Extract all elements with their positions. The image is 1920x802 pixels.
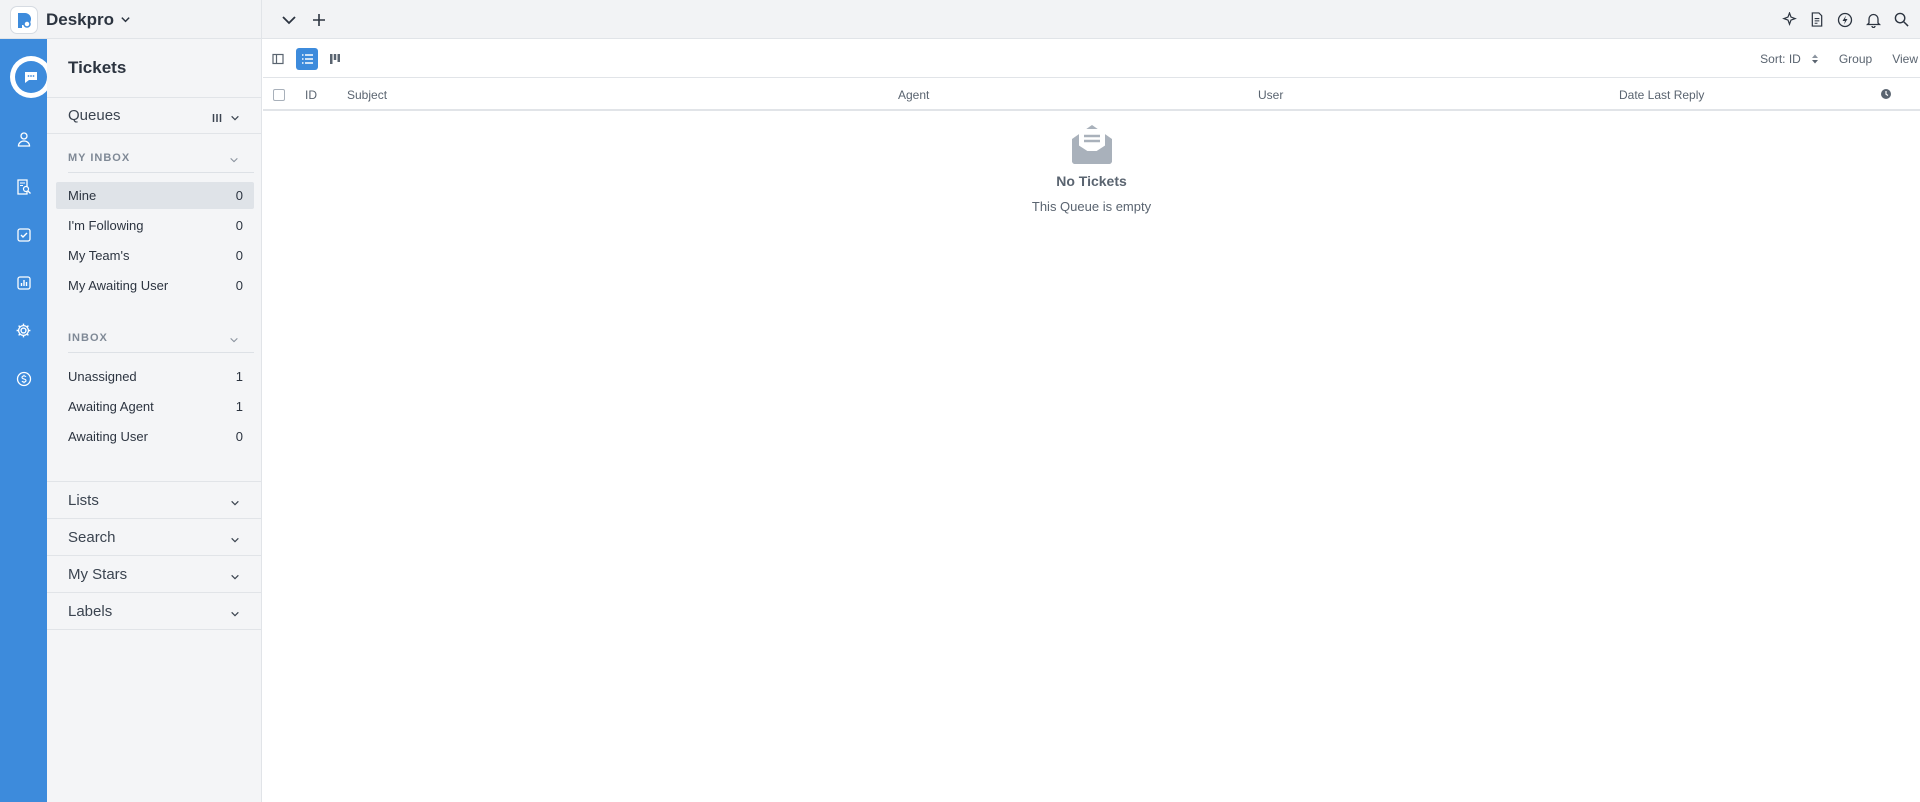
nav-rail-item-settings[interactable] [0,313,47,353]
table-header: ID Subject Agent User Date Last Reply [263,78,1920,111]
chevron-down-icon [230,569,240,586]
chevron-down-icon [230,110,240,127]
section-label: Search [68,528,116,546]
tickets-sidebar: Tickets Queues MY INBOX Mine 0 I'm Follo… [47,39,262,802]
queue-item-count: 0 [235,188,243,203]
queue-item-count: 0 [235,429,243,444]
queue-item-label: Unassigned [68,369,137,384]
brand-name: Deskpro [46,9,115,29]
my-stars-section-header[interactable]: My Stars [47,556,262,592]
queue-item-unassigned[interactable]: Unassigned 1 [56,363,254,390]
chevron-down-icon[interactable] [229,152,239,170]
nav-rail-item-billing[interactable] [0,361,47,401]
empty-state: No Tickets This Queue is empty [263,119,1920,214]
nav-rail-item-tickets[interactable] [10,56,52,98]
queue-item-label: Awaiting Agent [68,399,154,414]
top-bar: Deskpro [0,0,1920,39]
divider [68,352,254,353]
ticket-list-pane: Sort: ID Group View ID Subject Agent Use… [263,39,1920,802]
column-header-date-last-reply[interactable]: Date Last Reply [1619,88,1704,102]
lightning-icon[interactable] [1836,11,1854,29]
board-view-icon[interactable] [324,48,346,70]
sort-direction-icon[interactable] [1811,54,1819,64]
billing-icon [16,371,32,392]
queue-item-label: My Awaiting User [68,278,169,293]
column-settings-icon[interactable] [212,110,222,127]
queue-item-label: Mine [68,188,97,203]
queue-item-label: Awaiting User [68,429,148,444]
reports-icon [16,275,32,296]
queue-item-count: 1 [235,399,243,414]
queue-item-count: 1 [235,369,243,384]
chevron-down-icon [120,14,131,25]
inbox-group-label: INBOX [68,332,108,344]
sidebar-toggle-icon[interactable] [267,48,289,70]
column-header-id[interactable]: ID [305,88,317,102]
chevron-down-icon[interactable] [229,332,239,350]
queue-item-following[interactable]: I'm Following 0 [56,212,254,239]
list-toolbar: Sort: ID Group View [263,39,1920,78]
section-label: My Stars [68,565,128,583]
column-header-agent[interactable]: Agent [898,88,929,102]
brand-switcher[interactable]: Deskpro [0,0,262,39]
queue-item-count: 0 [235,278,243,293]
nav-rail-item-tasks[interactable] [0,217,47,257]
settings-icon [15,322,32,344]
queues-section-header[interactable]: Queues [47,97,262,133]
my-inbox-group-label: MY INBOX [68,152,131,164]
sort-button[interactable]: Sort: ID [1760,52,1801,66]
column-header-subject[interactable]: Subject [347,88,387,102]
chevron-down-icon [230,495,240,512]
panel-title: Tickets [68,58,127,77]
users-icon [16,131,32,152]
chevron-down-icon [230,606,240,623]
divider [68,172,254,173]
queue-item-count: 0 [235,248,243,263]
queue-item-my-teams[interactable]: My Team's 0 [56,242,254,269]
bell-icon[interactable] [1864,11,1882,29]
chevron-down-icon[interactable] [280,11,298,29]
search-icon[interactable] [1892,11,1910,29]
nav-rail [0,39,52,802]
sparkle-icon[interactable] [1780,11,1798,29]
search-section-header[interactable]: Search [47,519,262,555]
open-envelope-icon [1068,119,1116,167]
column-header-user[interactable]: User [1258,88,1283,102]
nav-rail-item-knowledgebase[interactable] [0,169,47,209]
divider [47,629,262,630]
tasks-icon [16,227,32,248]
section-label: Lists [68,491,99,509]
view-button[interactable]: View [1892,52,1918,66]
nav-rail-item-reports[interactable] [0,265,47,305]
queue-item-mine[interactable]: Mine 0 [56,182,254,209]
queue-item-label: I'm Following [68,218,144,233]
lists-section-header[interactable]: Lists [47,482,262,518]
document-icon[interactable] [1808,11,1826,29]
tickets-icon [15,61,47,93]
queue-item-count: 0 [235,218,243,233]
section-label: Labels [68,602,113,620]
labels-section-header[interactable]: Labels [47,593,262,629]
queue-item-my-awaiting-user[interactable]: My Awaiting User 0 [56,272,254,299]
empty-state-subtitle: This Queue is empty [1031,199,1152,214]
chevron-down-icon [230,532,240,549]
list-view-icon[interactable] [296,48,318,70]
queue-item-awaiting-user[interactable]: Awaiting User 0 [56,423,254,450]
select-all-checkbox[interactable] [273,89,285,101]
queue-item-label: My Team's [68,248,130,263]
queue-item-awaiting-agent[interactable]: Awaiting Agent 1 [56,393,254,420]
nav-rail-item-users[interactable] [0,121,47,161]
knowledgebase-icon [16,178,32,200]
plus-icon[interactable] [310,11,328,29]
empty-state-title: No Tickets [1056,173,1127,189]
clock-icon[interactable] [1880,88,1892,103]
deskpro-logo-icon [10,5,38,34]
divider [47,133,262,134]
group-button[interactable]: Group [1839,52,1872,66]
queues-label: Queues [68,106,121,124]
